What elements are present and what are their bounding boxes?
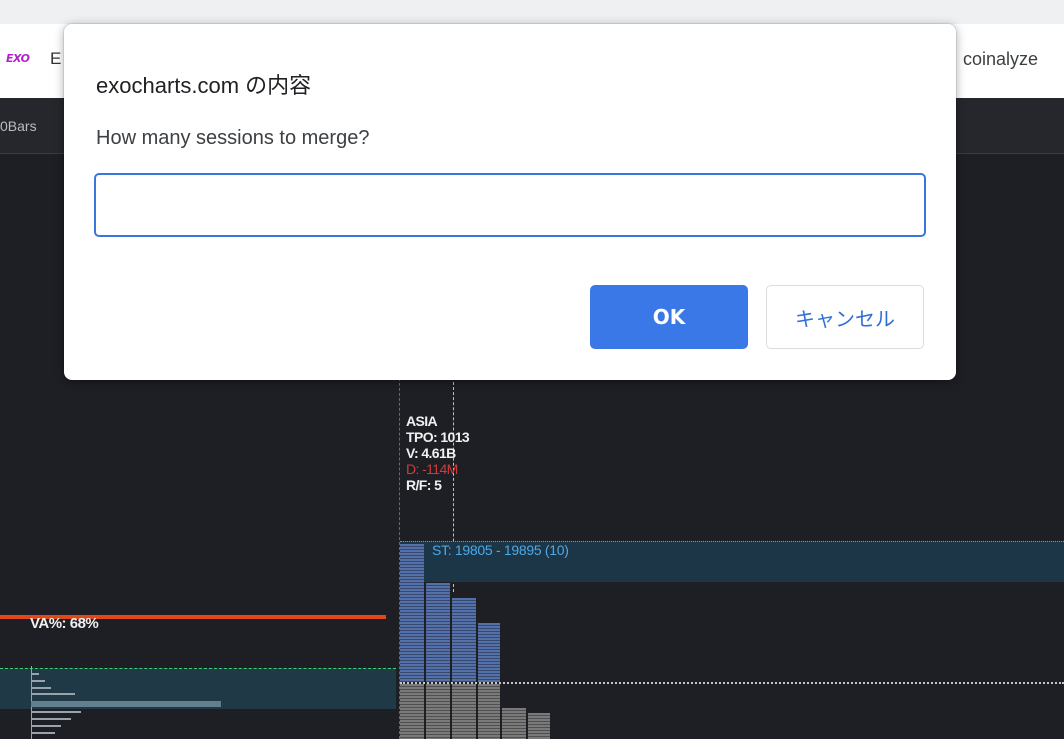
session-rf: R/F: 5 — [406, 477, 442, 493]
value-area-label: VA%: 68% — [30, 615, 99, 632]
bookmark-item-exocharts[interactable]: E — [50, 49, 61, 69]
volume-profile-bar — [31, 718, 71, 720]
ok-button[interactable]: OK — [590, 285, 748, 349]
volume-profile-bar — [31, 711, 81, 713]
session-name: ASIA — [406, 413, 438, 429]
toolbar-bars-item[interactable]: 0Bars — [0, 118, 37, 134]
prompt-dialog: exocharts.com の内容 How many sessions to m… — [64, 24, 956, 380]
profile-column — [528, 713, 550, 739]
profile-column — [452, 684, 476, 739]
profile-column — [426, 583, 450, 682]
exocharts-logo-icon[interactable]: EXO — [6, 52, 30, 65]
single-print-label: ST: 19805 - 19895 (10) — [432, 542, 569, 558]
browser-window: EXO E coinalyze 0Bars ASIA TPO: 1013 V: … — [0, 0, 1064, 739]
session-info: ASIA TPO: 1013 V: 4.61B D: -114M R/F: 5 — [406, 413, 470, 493]
session-tpo: TPO: 1013 — [406, 429, 470, 445]
profile-column — [478, 684, 500, 739]
volume-profile-bar — [31, 693, 75, 695]
session-volume: V: 4.61B — [406, 445, 456, 461]
dialog-message: How many sessions to merge? — [96, 127, 370, 149]
profile-column — [400, 684, 424, 739]
volume-profile-bar — [31, 687, 51, 689]
volume-profile-bar — [31, 725, 61, 727]
cancel-button[interactable]: キャンセル — [766, 285, 924, 349]
volume-profile-bar — [31, 680, 45, 682]
dialog-title: exocharts.com の内容 — [96, 73, 312, 98]
profile-column — [452, 598, 476, 682]
session-delta: D: -114M — [406, 461, 458, 477]
profile-column — [400, 544, 424, 682]
sessions-input[interactable] — [94, 173, 926, 237]
tab-strip — [0, 0, 1064, 24]
bookmark-item-coinalyze[interactable]: coinalyze — [963, 49, 1038, 70]
profile-column — [426, 684, 450, 739]
volume-profile-bar — [31, 673, 39, 675]
volume-profile-bar — [31, 701, 221, 707]
volume-profile-bar — [31, 732, 55, 734]
profile-column — [502, 708, 526, 739]
poc-dotted-line — [400, 682, 1064, 684]
profile-column — [478, 623, 500, 682]
